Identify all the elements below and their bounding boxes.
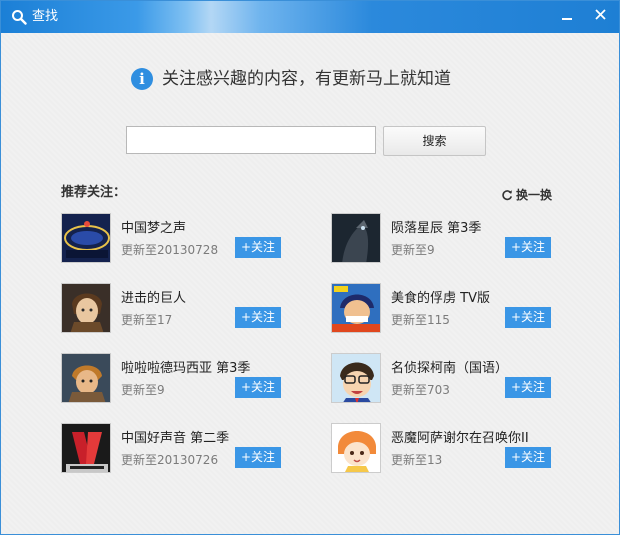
refresh-icon bbox=[502, 190, 513, 201]
list-item: 陨落星辰 第3季 更新至9 +关注 bbox=[331, 213, 553, 265]
follow-button[interactable]: +关注 bbox=[505, 237, 551, 258]
thumbnail[interactable] bbox=[61, 353, 111, 403]
search-input[interactable] bbox=[126, 126, 376, 154]
thumbnail[interactable] bbox=[61, 283, 111, 333]
follow-button[interactable]: +关注 bbox=[235, 307, 281, 328]
list-item: 美食的俘虏 TV版 更新至115 +关注 bbox=[331, 283, 553, 335]
follow-button[interactable]: +关注 bbox=[505, 307, 551, 328]
item-update: 更新至20130728 bbox=[121, 243, 219, 257]
item-name[interactable]: 美食的俘虏 TV版 bbox=[391, 287, 490, 306]
recommend-title: 推荐关注： bbox=[61, 185, 127, 200]
item-name[interactable]: 进击的巨人 bbox=[121, 287, 186, 306]
search-window: 查找 i 关注感兴趣的内容，有更新马上就知道 搜索 推荐关注： 换一换 中国梦之… bbox=[0, 0, 620, 535]
thumbnail[interactable] bbox=[331, 283, 381, 333]
item-name[interactable]: 陨落星辰 第3季 bbox=[391, 217, 481, 236]
item-update: 更新至9 bbox=[391, 243, 435, 257]
list-item: 啦啦啦德玛西亚 第3季 更新至9 +关注 bbox=[61, 353, 283, 405]
title-bar[interactable]: 查找 bbox=[1, 1, 619, 33]
info-text: 关注感兴趣的内容，有更新马上就知道 bbox=[162, 69, 451, 89]
search-icon bbox=[12, 10, 27, 25]
thumbnail[interactable] bbox=[61, 213, 111, 263]
list-item: 名侦探柯南（国语） 更新至703 +关注 bbox=[331, 353, 553, 405]
follow-button[interactable]: +关注 bbox=[235, 237, 281, 258]
item-update: 更新至9 bbox=[121, 383, 165, 397]
item-update: 更新至17 bbox=[121, 313, 173, 327]
item-update: 更新至115 bbox=[391, 313, 450, 327]
follow-button[interactable]: +关注 bbox=[235, 377, 281, 398]
item-name[interactable]: 啦啦啦德玛西亚 第3季 bbox=[121, 357, 250, 376]
item-name[interactable]: 中国梦之声 bbox=[121, 217, 186, 236]
list-item: 恶魔阿萨谢尔在召唤你II 更新至13 +关注 bbox=[331, 423, 553, 475]
follow-button[interactable]: +关注 bbox=[235, 447, 281, 468]
close-button[interactable] bbox=[589, 5, 613, 25]
info-icon: i bbox=[131, 68, 153, 90]
item-update: 更新至703 bbox=[391, 383, 450, 397]
list-item: 进击的巨人 更新至17 +关注 bbox=[61, 283, 283, 335]
close-icon bbox=[595, 9, 606, 20]
item-update: 更新至20130726 bbox=[121, 453, 219, 467]
window-title: 查找 bbox=[32, 9, 59, 24]
minimize-button[interactable] bbox=[555, 5, 579, 25]
list-item: 中国梦之声 更新至20130728 +关注 bbox=[61, 213, 283, 265]
thumbnail[interactable] bbox=[331, 213, 381, 263]
item-name[interactable]: 中国好声音 第二季 bbox=[121, 427, 229, 446]
minimize-icon bbox=[562, 18, 572, 20]
search-button[interactable]: 搜索 bbox=[383, 126, 486, 156]
item-update: 更新至13 bbox=[391, 453, 443, 467]
item-name[interactable]: 名侦探柯南（国语） bbox=[391, 357, 508, 376]
thumbnail[interactable] bbox=[331, 423, 381, 473]
item-name[interactable]: 恶魔阿萨谢尔在召唤你II bbox=[391, 427, 529, 446]
follow-button[interactable]: +关注 bbox=[505, 377, 551, 398]
follow-button[interactable]: +关注 bbox=[505, 447, 551, 468]
list-item: 中国好声音 第二季 更新至20130726 +关注 bbox=[61, 423, 283, 475]
thumbnail[interactable] bbox=[331, 353, 381, 403]
thumbnail[interactable] bbox=[61, 423, 111, 473]
refresh-label: 换一换 bbox=[516, 188, 553, 202]
